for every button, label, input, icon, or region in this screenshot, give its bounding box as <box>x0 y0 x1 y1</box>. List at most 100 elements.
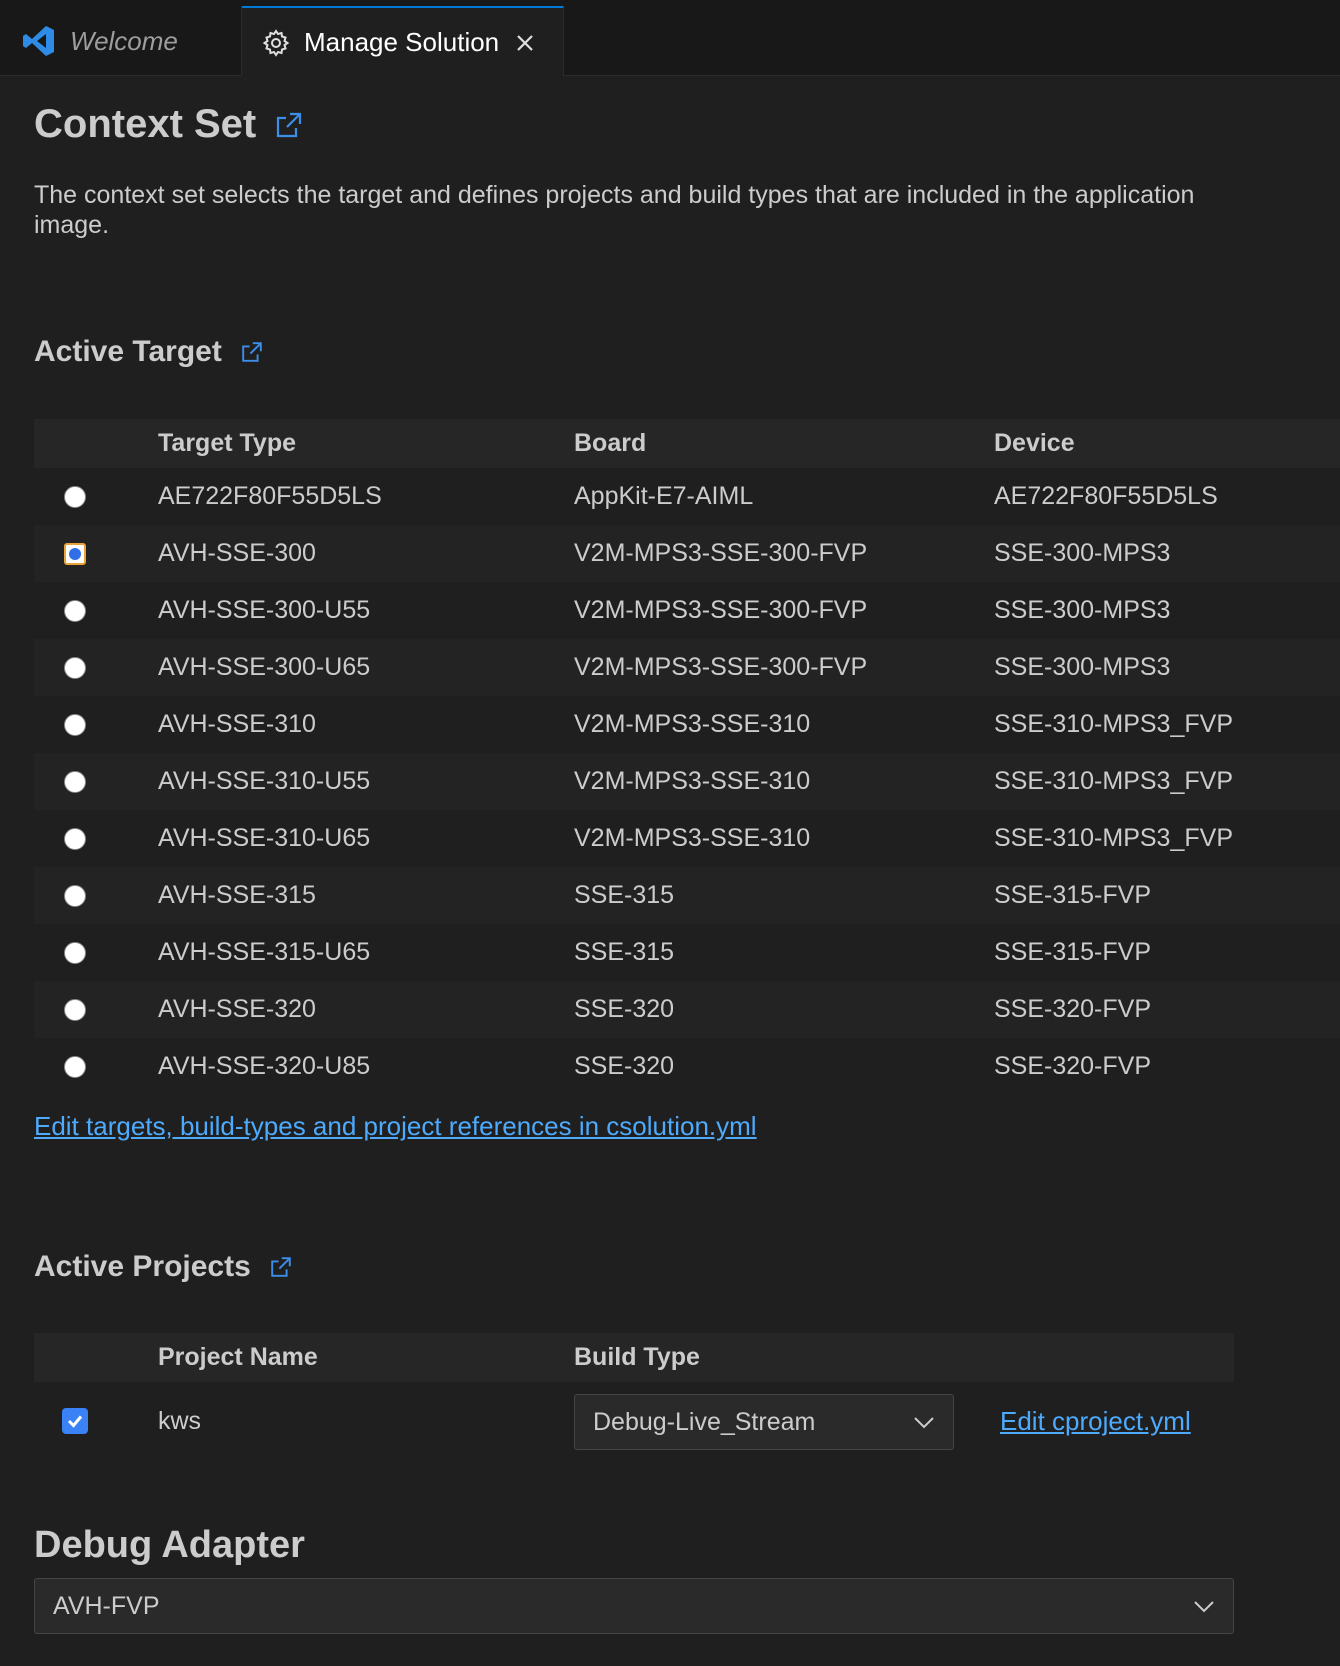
device-cell: SSE-300-MPS3 <box>994 596 1171 624</box>
target-type-cell: AVH-SSE-310-U65 <box>158 824 371 852</box>
debug-adapter-heading: Debug Adapter <box>34 1524 305 1567</box>
close-icon[interactable] <box>515 33 535 53</box>
header-project-name: Project Name <box>158 1333 574 1382</box>
tab-manage-solution-label: Manage Solution <box>304 27 500 57</box>
board-cell: V2M-MPS3-SSE-310 <box>574 824 811 852</box>
debug-adapter-value: AVH-FVP <box>53 1591 160 1620</box>
radio-cell <box>34 867 158 924</box>
device-cell: SSE-320-FVP <box>994 1052 1152 1080</box>
device-cell: SSE-300-MPS3 <box>994 525 1340 582</box>
target-radio[interactable] <box>64 542 86 565</box>
target-radio[interactable] <box>64 713 86 736</box>
gear-icon <box>262 28 290 57</box>
target-type-cell: AVH-SSE-320-U85 <box>158 1052 371 1080</box>
target-radio[interactable] <box>64 884 86 907</box>
external-link-icon[interactable] <box>240 340 264 364</box>
radio-cell <box>34 582 158 639</box>
active-target-heading: Active Target <box>34 335 264 369</box>
target-radio[interactable] <box>64 1055 86 1078</box>
target-type-cell: AVH-SSE-310 <box>158 710 316 738</box>
target-table-header: Target Type Board Device <box>34 419 1340 468</box>
device-cell: SSE-310-MPS3_FVP <box>994 753 1340 810</box>
external-link-icon[interactable] <box>269 1255 293 1279</box>
table-row[interactable]: AVH-SSE-320 SSE-320 SSE-320-FVP <box>34 981 1340 1038</box>
target-radio[interactable] <box>64 485 86 508</box>
radio-cell <box>34 468 158 525</box>
radio-cell <box>34 525 158 582</box>
board-cell: V2M-MPS3-SSE-310 <box>574 710 811 738</box>
projects-table-header: Project Name Build Type <box>34 1333 1234 1382</box>
external-link-icon[interactable] <box>274 110 304 140</box>
target-type-cell: AVH-SSE-310-U55 <box>158 753 574 810</box>
radio-cell <box>34 924 158 981</box>
active-target-title: Active Target <box>34 335 222 368</box>
radio-cell <box>34 981 158 1038</box>
device-cell: AE722F80F55D5LS <box>994 482 1218 510</box>
device-cell: SSE-310-MPS3_FVP <box>994 710 1233 738</box>
context-set-heading: Context Set <box>34 102 304 147</box>
context-set-description: The context set selects the target and d… <box>34 181 1195 239</box>
tab-manage-solution[interactable]: Manage Solution <box>242 6 564 77</box>
active-projects-title: Active Projects <box>34 1250 251 1283</box>
target-type-cell: AVH-SSE-300-U55 <box>158 596 371 624</box>
target-type-cell: AVH-SSE-300 <box>158 525 574 582</box>
header-build-type: Build Type <box>574 1333 1234 1382</box>
target-radio[interactable] <box>64 656 86 679</box>
board-cell: AppKit-E7-AIML <box>574 482 754 510</box>
target-radio[interactable] <box>64 599 86 622</box>
radio-cell <box>34 753 158 810</box>
table-row[interactable]: AVH-SSE-310-U55 V2M-MPS3-SSE-310 SSE-310-M… <box>34 753 1340 810</box>
target-radio[interactable] <box>64 770 86 793</box>
device-cell: SSE-315-FVP <box>994 938 1152 966</box>
table-row[interactable]: AVH-SSE-310 V2M-MPS3-SSE-310 SSE-310-MPS3_… <box>34 696 1340 753</box>
header-target-type: Target Type <box>158 419 574 468</box>
table-row[interactable]: AVH-SSE-300 V2M-MPS3-SSE-300-FVP SSE-300-M… <box>34 525 1340 582</box>
radio-cell <box>34 696 158 753</box>
context-set-title: Context Set <box>34 102 257 146</box>
tab-welcome[interactable]: Welcome <box>0 6 242 76</box>
radio-cell <box>34 1038 158 1095</box>
header-board: Board <box>574 419 994 468</box>
table-row[interactable]: AVH-SSE-310-U65 V2M-MPS3-SSE-310 SSE-310-M… <box>34 810 1340 867</box>
target-radio[interactable] <box>64 941 86 964</box>
debug-adapter-title: Debug Adapter <box>34 1524 305 1566</box>
edit-csolution-link[interactable]: Edit targets, build-types and project re… <box>34 1111 757 1142</box>
target-type-cell: AVH-SSE-320 <box>158 981 574 1038</box>
device-cell: SSE-315-FVP <box>994 867 1340 924</box>
device-cell: SSE-310-MPS3_FVP <box>994 824 1233 852</box>
target-radio[interactable] <box>64 998 86 1021</box>
table-row[interactable]: AVH-SSE-300-U65 V2M-MPS3-SSE-300-FVP SSE-3… <box>34 639 1340 696</box>
chevron-down-icon <box>913 1408 935 1437</box>
chevron-down-icon <box>1193 1592 1215 1621</box>
board-cell: SSE-315 <box>574 867 994 924</box>
active-projects-heading: Active Projects <box>34 1250 293 1284</box>
target-type-cell: AVH-SSE-315 <box>158 867 574 924</box>
build-type-select[interactable]: Debug-Live_Stream <box>574 1394 954 1450</box>
target-type-cell: AVH-SSE-300-U65 <box>158 639 574 696</box>
table-row[interactable]: AVH-SSE-300-U55 V2M-MPS3-SSE-300-FVP SSE-3… <box>34 582 1340 639</box>
checkmark-icon <box>67 1415 83 1428</box>
header-select <box>34 419 158 468</box>
board-cell: SSE-320 <box>574 981 994 1038</box>
edit-cproject-link[interactable]: Edit cproject.yml <box>1000 1406 1191 1437</box>
board-cell: V2M-MPS3-SSE-300-FVP <box>574 525 994 582</box>
target-radio[interactable] <box>64 827 86 850</box>
device-cell: SSE-320-FVP <box>994 981 1340 1038</box>
projects-table: Project Name Build Type <box>34 1333 1234 1382</box>
board-cell: V2M-MPS3-SSE-300-FVP <box>574 639 994 696</box>
table-row[interactable]: AE722F80F55D5LS AppKit-E7-AIML AE722F80F55… <box>34 468 1340 525</box>
radio-cell <box>34 639 158 696</box>
target-table: Target Type Board Device AE722F80F55D5LS… <box>34 419 1340 1095</box>
board-cell: V2M-MPS3-SSE-310 <box>574 753 994 810</box>
table-row[interactable]: AVH-SSE-320-U85 SSE-320 SSE-320-FVP <box>34 1038 1340 1095</box>
table-row[interactable]: AVH-SSE-315 SSE-315 SSE-315-FVP <box>34 867 1340 924</box>
debug-adapter-select[interactable]: AVH-FVP <box>34 1578 1234 1634</box>
device-cell: SSE-300-MPS3 <box>994 639 1340 696</box>
table-row[interactable]: AVH-SSE-315-U65 SSE-315 SSE-315-FVP <box>34 924 1340 981</box>
header-project-select <box>34 1333 158 1382</box>
board-cell: SSE-315 <box>574 938 675 966</box>
tab-welcome-label: Welcome <box>70 25 178 56</box>
header-device: Device <box>994 419 1340 468</box>
project-kws-checkbox[interactable] <box>62 1408 88 1434</box>
radio-cell <box>34 810 158 867</box>
